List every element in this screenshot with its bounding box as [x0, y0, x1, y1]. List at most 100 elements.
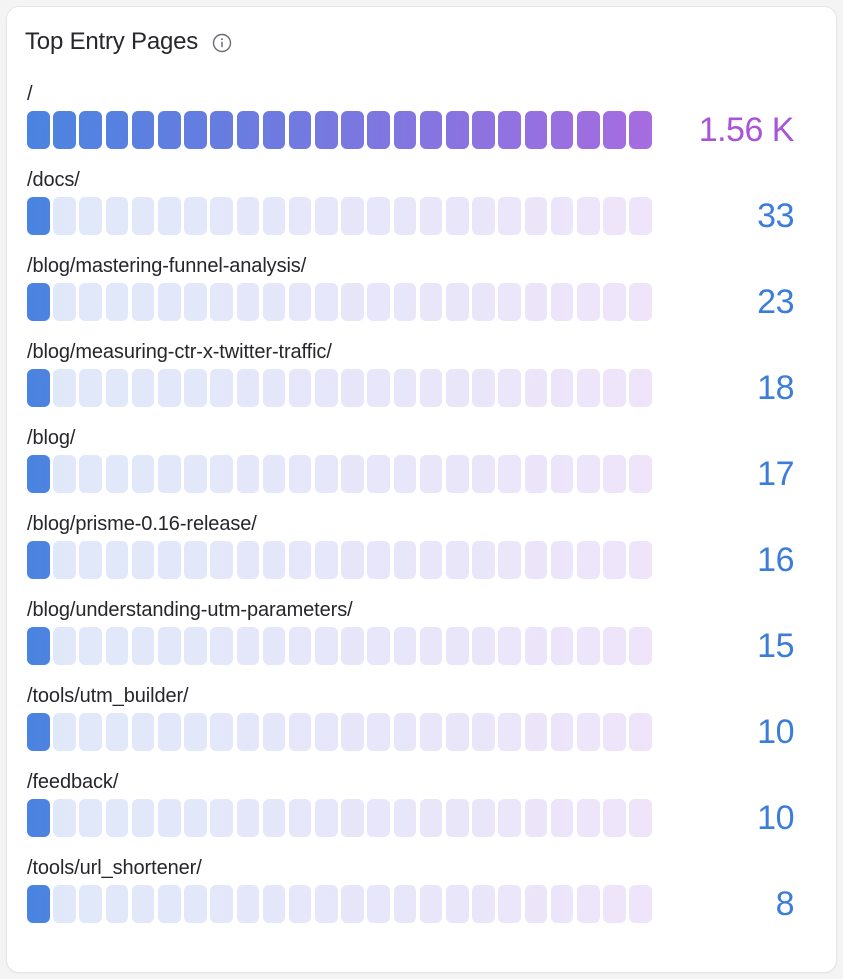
- bar-segment: [603, 111, 626, 149]
- bar-segment: [576, 799, 600, 837]
- bar-segment: [367, 713, 391, 751]
- entry-page-row[interactable]: /blog/prisme-0.16-release/16: [7, 512, 836, 598]
- bar-segment: [550, 455, 574, 493]
- entry-page-bar: [27, 369, 652, 407]
- bar-segment: [236, 283, 260, 321]
- bar-segment: [315, 541, 338, 579]
- entry-page-bar-row: 18: [27, 369, 820, 407]
- bar-segment: [629, 799, 652, 837]
- bar-segment: [315, 799, 338, 837]
- bar-segment: [524, 713, 548, 751]
- bar-segment: [210, 713, 233, 751]
- entry-page-label: /docs/: [27, 169, 80, 191]
- bar-segment: [288, 369, 312, 407]
- bar-segment: [446, 283, 469, 321]
- bar-segment: [262, 713, 286, 751]
- bar-segment: [105, 627, 129, 665]
- bar-segment: [524, 111, 548, 149]
- bar-segment: [184, 283, 207, 321]
- bar-segment: [341, 713, 364, 751]
- bar-segment: [367, 627, 391, 665]
- bar-segment: [210, 455, 233, 493]
- bar-segment: [131, 369, 155, 407]
- bar-segment: [288, 885, 312, 923]
- bar-segment: [576, 713, 600, 751]
- bar-segment: [236, 627, 260, 665]
- bar-segment: [79, 369, 102, 407]
- bar-segment: [550, 627, 574, 665]
- bar-segment: [524, 283, 548, 321]
- entry-page-row[interactable]: /feedback/10: [7, 770, 836, 856]
- entry-page-row[interactable]: /blog/mastering-funnel-analysis/23: [7, 254, 836, 340]
- entry-page-row[interactable]: /tools/url_shortener/8: [7, 856, 836, 942]
- bar-segment: [236, 369, 260, 407]
- bar-segment: [341, 455, 364, 493]
- bar-segment: [550, 885, 574, 923]
- bar-segment: [629, 111, 652, 149]
- entry-page-row[interactable]: / 1.56 K: [7, 82, 836, 168]
- bar-segment: [341, 283, 364, 321]
- bar-segment: [210, 627, 233, 665]
- bar-segment: [53, 541, 76, 579]
- entry-page-row[interactable]: /docs/33: [7, 168, 836, 254]
- bar-segment: [262, 111, 286, 149]
- entry-page-row[interactable]: /blog/17: [7, 426, 836, 512]
- page-title: Top Entry Pages: [25, 28, 199, 55]
- bar-segment: [262, 283, 286, 321]
- bar-segment: [315, 885, 338, 923]
- bar-segment: [79, 799, 102, 837]
- bar-segment: [472, 799, 495, 837]
- bar-segment: [472, 885, 495, 923]
- bar-segment: [393, 369, 417, 407]
- bar-segment: [105, 885, 129, 923]
- bar-segment: [157, 369, 181, 407]
- bar-segment: [524, 627, 548, 665]
- bar-segment: [472, 369, 495, 407]
- bar-segment: [446, 197, 469, 235]
- bar-segment: [341, 369, 364, 407]
- bar-segment: [236, 455, 260, 493]
- bar-segment: [367, 369, 391, 407]
- bar-segment: [367, 283, 391, 321]
- bar-segment: [524, 885, 548, 923]
- entry-page-row[interactable]: /blog/measuring-ctr-x-twitter-traffic/18: [7, 340, 836, 426]
- bar-segment: [27, 713, 50, 751]
- bar-segment: [498, 799, 521, 837]
- bar-segment: [367, 541, 391, 579]
- entry-page-value: 17: [757, 455, 794, 493]
- bar-segment: [498, 197, 521, 235]
- bar-segment: [210, 369, 233, 407]
- bar-segment: [210, 885, 233, 923]
- bar-segment: [341, 541, 364, 579]
- entry-page-bar-row: 10: [27, 799, 820, 837]
- entry-page-label: /blog/mastering-funnel-analysis/: [27, 255, 307, 277]
- bar-segment: [105, 713, 129, 751]
- bar-segment: [393, 541, 417, 579]
- bar-segment: [79, 627, 102, 665]
- bar-segment: [105, 283, 129, 321]
- bar-segment: [367, 885, 391, 923]
- info-circle-icon[interactable]: [212, 33, 232, 53]
- bar-segment: [315, 713, 338, 751]
- bar-segment: [472, 197, 495, 235]
- entry-page-row[interactable]: /tools/utm_builder/10: [7, 684, 836, 770]
- entry-page-value: 10: [757, 713, 794, 751]
- bar-segment: [603, 713, 626, 751]
- top-entry-pages-card: Top Entry Pages / 1.56 K/docs/33/blog/mas…: [6, 6, 837, 973]
- bar-segment: [262, 369, 286, 407]
- bar-segment: [550, 369, 574, 407]
- bar-segment: [131, 541, 155, 579]
- entry-page-value: 18: [757, 369, 794, 407]
- bar-segment: [236, 713, 260, 751]
- bar-segment: [315, 369, 338, 407]
- bar-segment: [472, 111, 495, 149]
- bar-segment: [184, 197, 207, 235]
- bar-segment: [131, 627, 155, 665]
- entry-page-row[interactable]: /blog/understanding-utm-parameters/15: [7, 598, 836, 684]
- bar-segment: [446, 885, 469, 923]
- bar-segment: [210, 799, 233, 837]
- bar-segment: [341, 799, 364, 837]
- bar-segment: [105, 197, 129, 235]
- bar-segment: [393, 799, 417, 837]
- bar-segment: [184, 455, 207, 493]
